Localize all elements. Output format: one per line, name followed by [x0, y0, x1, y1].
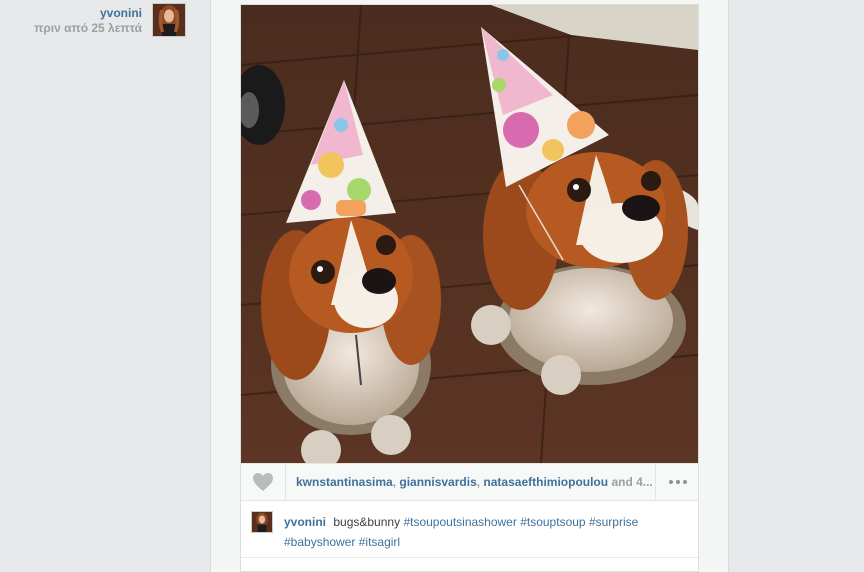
card-divider — [241, 557, 698, 558]
post-action-bar: kwnstantinasima, giannisvardis, natasaef… — [241, 463, 698, 501]
author-username-link[interactable]: yvonini — [34, 6, 142, 21]
photo-image — [241, 5, 698, 463]
liker-link[interactable]: giannisvardis — [399, 475, 476, 489]
likers-more-text[interactable]: and 4... — [611, 475, 652, 489]
right-gutter — [729, 0, 864, 572]
hashtag-link[interactable]: #tsouptsoup — [520, 515, 585, 529]
caption-author-avatar[interactable] — [251, 511, 273, 533]
left-gutter — [0, 0, 210, 572]
liker-link[interactable]: natasaefthimiopoulou — [483, 475, 608, 489]
hashtag-link[interactable]: #babyshower — [284, 535, 355, 549]
post-card: kwnstantinasima, giannisvardis, natasaef… — [240, 4, 699, 572]
heart-icon — [253, 473, 273, 491]
ellipsis-icon — [668, 480, 687, 484]
author-avatar[interactable] — [152, 3, 186, 37]
user-avatar-icon — [252, 512, 272, 532]
hashtag-link[interactable]: #tsoupoutsinashower — [403, 515, 516, 529]
post-photo[interactable] — [241, 5, 698, 463]
liker-link[interactable]: kwnstantinasima — [296, 475, 393, 489]
hashtag-link[interactable]: #itsagirl — [359, 535, 400, 549]
post-header: yvonini πριν από 25 λεπτά — [34, 6, 142, 36]
likes-list: kwnstantinasima, giannisvardis, natasaef… — [296, 475, 653, 489]
caption-author-link[interactable]: yvonini — [284, 515, 326, 529]
post-timestamp: πριν από 25 λεπτά — [34, 21, 142, 35]
user-avatar-icon — [153, 4, 185, 36]
caption-body: bugs&bunny — [333, 515, 401, 529]
more-options-button[interactable] — [655, 464, 699, 500]
like-button[interactable] — [241, 464, 286, 500]
hashtag-link[interactable]: #surprise — [589, 515, 638, 529]
caption-text: yvonini bugs&bunny #tsoupoutsinashower #… — [284, 512, 679, 552]
